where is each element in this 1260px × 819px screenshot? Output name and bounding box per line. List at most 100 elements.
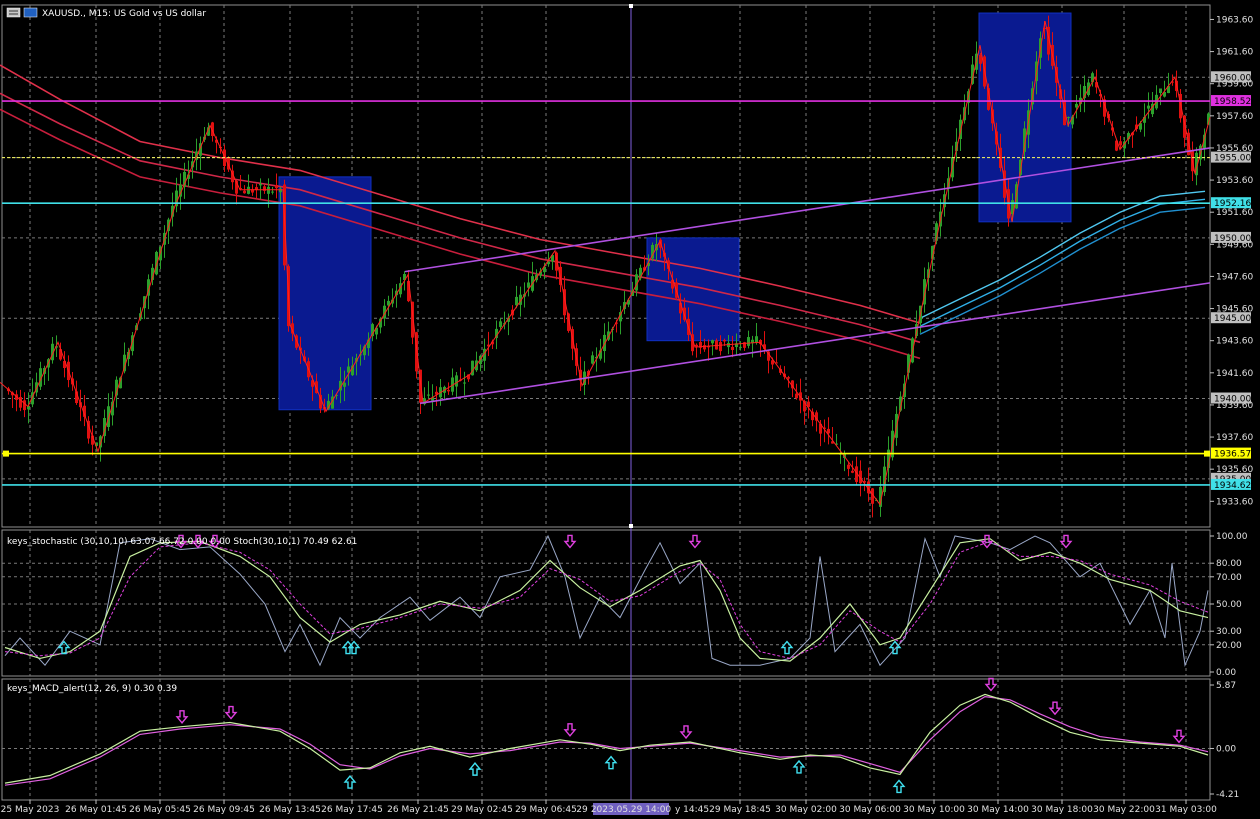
stochastic-title: keys_stochastic (30,10,10) 63.07 66.72 0… [7,537,357,547]
crosshair-handle[interactable] [629,4,633,8]
time-tick-label: 26 May 21:45 [387,805,449,815]
macd-pane-frame [1,678,1211,801]
sell-arrow-icon [679,725,693,740]
macd-pane[interactable] [2,677,1210,794]
price-pane[interactable] [0,12,1211,518]
candle-body[interactable] [23,400,26,411]
macd-title: keys_MACD_alert(12, 26, 9) 0.30 0.39 [7,684,177,694]
time-tick-label: 31 May 03:00 [1155,805,1217,815]
stochastic-label: keys_stochastic (30,10,10) 63.07 66.72 0… [7,537,357,547]
zone-box[interactable] [278,176,372,411]
price-tick-label: 1933.60 [1216,497,1253,507]
level-handle[interactable] [3,450,9,457]
sell-arrow-icon [563,534,577,549]
buy-arrow-icon [792,759,806,774]
buy-arrow-icon [780,640,794,655]
time-tick-label: 30 May 14:00 [967,805,1029,815]
candle-body[interactable] [695,344,698,347]
candle-body[interactable] [711,340,714,344]
price-tick-label: 1957.60 [1216,112,1253,122]
candle-body[interactable] [847,464,850,469]
candle-body[interactable] [795,393,798,399]
stochastic-tick-label: 20.00 [1216,641,1242,651]
candle-body[interactable] [827,428,830,434]
candle-body[interactable] [1147,105,1150,109]
candle-body[interactable] [267,186,270,194]
time-tick-label: 29 May 18:45 [709,805,771,815]
price-level-tag-label: 1940.00 [1214,395,1251,405]
candle-body[interactable] [739,346,742,348]
time-tick-label: 30 May 22:00 [1093,805,1155,815]
candle-body[interactable] [463,382,466,384]
price-level-tag-label: 1958.52 [1214,97,1251,107]
moving-average-line [0,64,921,324]
time-tick-label: 26 May 09:45 [193,805,255,815]
candle-body[interactable] [247,186,250,194]
level-handle[interactable] [1204,450,1210,457]
candle-body[interactable] [275,184,278,189]
stochastic-tick-label: 70.00 [1216,573,1242,583]
price-level-tag-label: 1945.00 [1214,314,1251,324]
price-tick-label: 1953.60 [1216,176,1253,186]
price-tick-label: 1947.60 [1216,272,1253,282]
candle-body[interactable] [715,340,718,350]
time-tick-label: y 14:45 [675,805,709,815]
candle-body[interactable] [731,346,734,350]
time-tick-label: 29 May 06:45 [515,805,577,815]
price-level-tag-label: 1934.62 [1214,481,1251,491]
stochastic-tick-label: 0.00 [1216,668,1236,678]
candle-body[interactable] [703,345,706,350]
candle-body[interactable] [499,321,502,327]
candle-body[interactable] [515,296,518,306]
stochastic-fast-line [4,534,1209,668]
candle-body[interactable] [1067,117,1070,119]
candle-body[interactable] [447,389,450,392]
time-tick-label: 29 [576,805,588,815]
candle-body[interactable] [723,339,726,342]
stochastic-pane[interactable] [2,534,1210,668]
chart-title: XAUUSD., M15: US Gold vs US dollar [42,9,206,19]
candle-body[interactable] [455,375,458,387]
channel-trendline[interactable] [404,147,1211,273]
candle-body[interactable] [755,336,758,343]
price-tick-label: 1943.60 [1216,337,1253,347]
buy-arrow-icon [468,762,482,776]
candle-body[interactable] [279,188,282,193]
candle-body[interactable] [343,382,346,387]
candle-body[interactable] [271,191,274,193]
candle-body[interactable] [1075,103,1078,108]
window-header: XAUUSD., M15: US Gold vs US dollar [6,7,206,19]
candle-body[interactable] [591,355,594,364]
price-level-tag-label: 1960.00 [1214,73,1251,83]
price-tick-label: 1951.60 [1216,208,1253,218]
chart-canvas[interactable]: 1963.601961.601959.601957.601955.601953.… [0,0,1260,819]
candle-body[interactable] [243,190,246,194]
crosshair-handle[interactable] [629,524,633,528]
time-axis: 25 May 2023 26 May 01:45 26 May 05:45 26 Ma… [1,800,1217,815]
candle-body[interactable] [787,377,790,379]
chart-type-icon[interactable] [23,7,38,18]
time-tick-label: 25 May 2023 [1,805,60,815]
sell-arrow-icon [980,534,994,549]
buy-arrow-icon [604,755,618,770]
time-tick-label: 30 May 18:00 [1031,805,1093,815]
price-tick-label: 1963.60 [1216,15,1253,25]
buy-arrow-icon [892,779,906,794]
time-tick-label: 30 May 02:00 [775,805,837,815]
candle-body[interactable] [747,337,750,346]
price-level-tag-label: 1950.00 [1214,234,1251,244]
price-tick-label: 1961.60 [1216,48,1253,58]
channel-trendline[interactable] [419,282,1211,405]
stochastic-main-line [4,538,1209,662]
menu-icon[interactable] [6,7,21,18]
buy-arrow-icon [888,640,902,655]
stochastic-tick-label: 50.00 [1216,600,1242,610]
macd-tick-label: -4.21 [1216,790,1239,800]
candle-body[interactable] [851,470,854,473]
candle-body[interactable] [719,342,722,352]
price-tick-label: 1941.60 [1216,369,1253,379]
candle-body[interactable] [427,394,430,396]
candle-body[interactable] [1119,141,1122,146]
candle-body[interactable] [1159,88,1162,94]
candle-body[interactable] [259,183,262,186]
